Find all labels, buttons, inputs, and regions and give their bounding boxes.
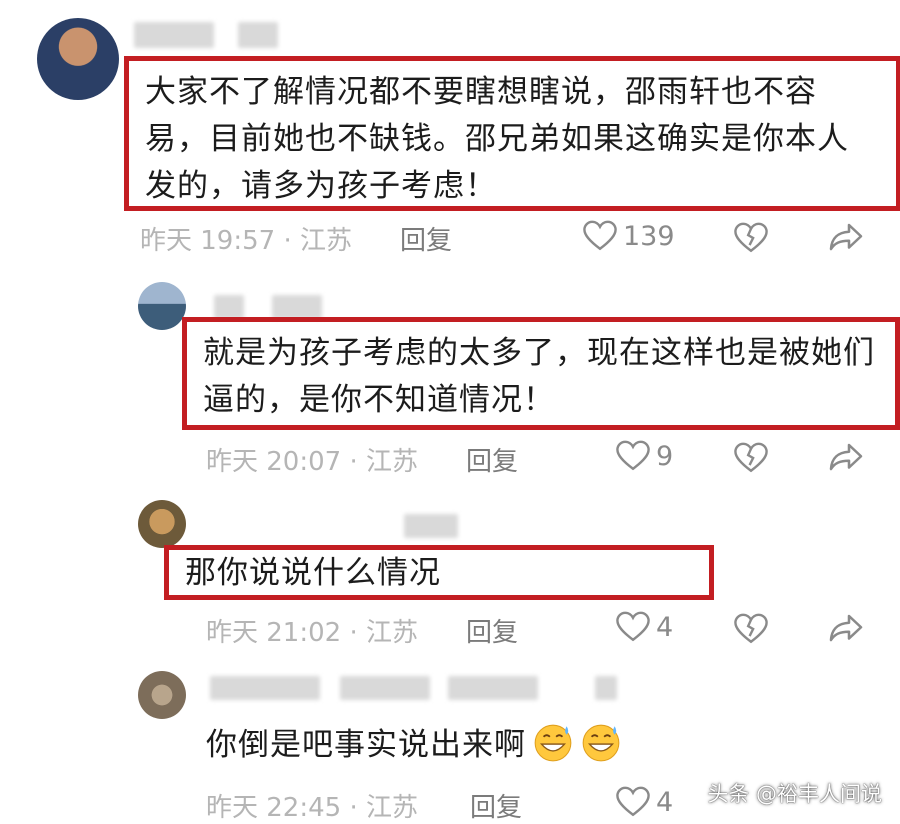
dislike-button[interactable] — [734, 442, 768, 474]
like-button[interactable]: 4 — [616, 786, 673, 818]
avatar[interactable] — [138, 282, 186, 330]
share-button[interactable] — [828, 613, 864, 643]
comment-text-highlighted: 那你说说什么情况 — [164, 545, 714, 600]
like-button[interactable]: 139 — [583, 220, 675, 252]
share-button[interactable] — [828, 222, 864, 252]
share-arrow-icon — [829, 223, 863, 251]
comment-text: 你倒是吧事实说出来啊 — [206, 721, 622, 769]
comment-text-highlighted: 大家不了解情况都不要瞎想瞎说，邵雨轩也不容易，目前她也不缺钱。邵兄弟如果这确实是… — [124, 56, 900, 211]
blurred-username — [595, 676, 617, 700]
like-button[interactable]: 4 — [616, 611, 673, 643]
heart-icon — [616, 611, 650, 642]
like-count: 4 — [656, 611, 674, 643]
comment-1: 大家不了解情况都不要瞎想瞎说，邵雨轩也不容易，目前她也不缺钱。邵兄弟如果这确实是… — [0, 0, 900, 260]
comment-time-location: 昨天 22:45 · 江苏 — [206, 793, 418, 823]
share-button[interactable] — [828, 442, 864, 472]
blurred-username — [404, 514, 458, 538]
heart-icon — [616, 440, 650, 471]
share-arrow-icon — [829, 443, 863, 471]
like-count: 139 — [623, 220, 675, 252]
grinning-sweat-emoji — [582, 724, 620, 762]
broken-heart-icon — [734, 613, 768, 644]
like-count: 9 — [656, 440, 674, 472]
blurred-username — [272, 295, 322, 319]
blurred-username — [238, 22, 278, 48]
blurred-username — [340, 676, 430, 700]
comment-text-highlighted: 就是为孩子考虑的太多了，现在这样也是被她们逼的，是你不知道情况！ — [182, 317, 900, 430]
blurred-username — [210, 676, 320, 700]
blurred-username — [134, 22, 214, 48]
share-arrow-icon — [829, 614, 863, 642]
like-count: 4 — [656, 786, 674, 818]
comment-time-location: 昨天 21:02 · 江苏 — [206, 618, 418, 648]
heart-icon — [583, 220, 617, 251]
comment-time-location: 昨天 20:07 · 江苏 — [206, 447, 418, 477]
like-button[interactable]: 9 — [616, 440, 673, 472]
broken-heart-icon — [734, 222, 768, 253]
reply-button[interactable]: 回复 — [400, 220, 452, 257]
comment-time-location: 昨天 19:57 · 江苏 — [140, 226, 352, 256]
avatar[interactable] — [138, 671, 186, 719]
heart-icon — [616, 786, 650, 817]
reply-button[interactable]: 回复 — [466, 612, 518, 649]
grinning-sweat-emoji — [534, 724, 572, 762]
broken-heart-icon — [734, 442, 768, 473]
blurred-username — [214, 295, 244, 319]
watermark: 头条 @裕丰人间说 — [707, 782, 882, 806]
reply-button[interactable]: 回复 — [470, 787, 522, 824]
blurred-username — [448, 676, 538, 700]
comment-3: 那你说说什么情况 昨天 21:02 · 江苏 回复 4 — [0, 495, 900, 660]
reply-button[interactable]: 回复 — [466, 441, 518, 478]
avatar[interactable] — [37, 18, 119, 100]
avatar[interactable] — [138, 500, 186, 548]
comment-2: 就是为孩子考虑的太多了，现在这样也是被她们逼的，是你不知道情况！ 昨天 20:0… — [0, 270, 900, 480]
dislike-button[interactable] — [734, 222, 768, 254]
dislike-button[interactable] — [734, 613, 768, 645]
